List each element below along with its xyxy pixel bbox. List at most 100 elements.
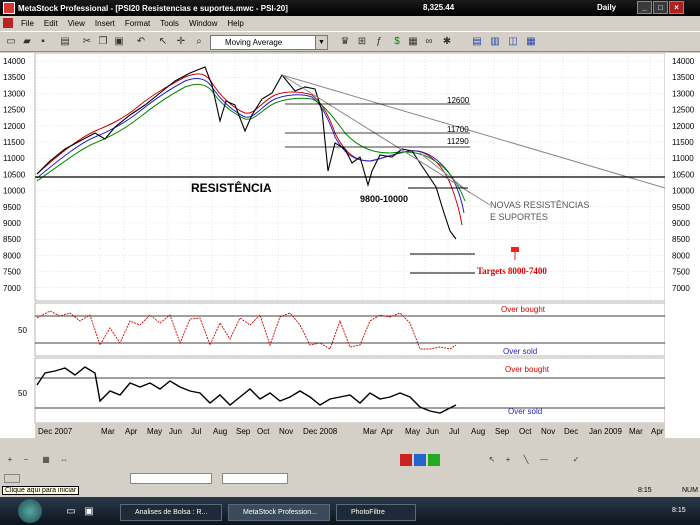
osc2-oversold-label: Over sold	[508, 407, 542, 416]
grid-tool-icon[interactable]: ▦	[40, 454, 52, 466]
title-bar: MetaStock Professional - [PSI20 Resisten…	[0, 0, 700, 16]
price-tick-label: 10500	[3, 170, 26, 179]
targets-label: Targets 8000-7400	[477, 266, 547, 276]
tile-vertical-icon[interactable]: ◫	[506, 35, 520, 49]
price-tick-label-right: 12000	[672, 122, 695, 131]
menu-view[interactable]: View	[63, 19, 90, 28]
oscillator2-panel[interactable]	[34, 357, 666, 424]
line-weight-select[interactable]	[222, 473, 288, 484]
binoculars-icon[interactable]: ∞	[422, 35, 436, 49]
date-tick-label: Jun	[169, 427, 182, 436]
novas-label: NOVAS RESISTÊNCIAS	[490, 200, 589, 210]
price-tick-label-right: 8000	[672, 251, 690, 260]
menu-tools[interactable]: Tools	[155, 19, 184, 28]
paste-icon[interactable]: ▣	[112, 35, 126, 49]
zoom-out-icon[interactable]: −	[20, 454, 32, 466]
menu-file[interactable]: File	[16, 19, 39, 28]
window-title: MetaStock Professional - [PSI20 Resisten…	[18, 3, 288, 13]
fibonacci-tool-icon[interactable]: ✓	[570, 454, 582, 466]
price-tick-label: 9000	[3, 219, 21, 228]
maximize-button[interactable]: □	[653, 1, 668, 14]
date-tick-label: Jul	[191, 427, 201, 436]
quick-launch-icon[interactable]: ▣	[82, 505, 96, 519]
document-icon	[3, 18, 13, 28]
price-tick-label: 7500	[3, 268, 21, 277]
crosshair-tool-icon[interactable]: +	[502, 454, 514, 466]
zoom-range-icon[interactable]: ⇔	[58, 454, 70, 466]
price-axis: 14000 13500 13000 12500 12000 11500 11000 10500…	[3, 57, 26, 293]
date-tick-label: Aug	[471, 427, 485, 436]
formula-icon[interactable]: ƒ	[372, 35, 386, 49]
cut-icon[interactable]: ✂	[80, 35, 94, 49]
drawing-toolbar: + − ▦ ⇔ ↖ + ╲ — ✓	[0, 440, 700, 484]
line-style-select[interactable]	[130, 473, 212, 484]
date-tick-label: Dec	[564, 427, 578, 436]
date-tick-label: Jun	[426, 427, 439, 436]
tile-horizontal-icon[interactable]: ▥	[488, 35, 502, 49]
osc1-axis-label: 50	[18, 326, 27, 335]
period-label: Daily	[597, 3, 617, 12]
expert-icon[interactable]: ♛	[338, 35, 352, 49]
alert-marker-icon[interactable]	[511, 247, 519, 252]
minimize-button[interactable]: _	[637, 1, 652, 14]
show-desktop-icon[interactable]: ▭	[64, 505, 78, 519]
suportes-label: E SUPORTES	[490, 212, 548, 222]
tile-icon[interactable]: ▤	[470, 35, 484, 49]
taskbar: ▭ ▣ Analises de Bolsa : R... MetaStock P…	[0, 497, 700, 525]
date-tick-label: May	[405, 427, 420, 436]
new-icon[interactable]: ▭	[4, 35, 18, 49]
price-tick-label-right: 10500	[672, 170, 695, 179]
pointer-tool-icon[interactable]: ↖	[486, 454, 498, 466]
price-tick-label-right: 8500	[672, 235, 690, 244]
line-tool-icon[interactable]: ╲	[520, 454, 532, 466]
cursor-icon[interactable]: ↖	[156, 35, 170, 49]
zoom-in-icon[interactable]: +	[4, 454, 16, 466]
color-green-swatch[interactable]	[428, 454, 440, 466]
date-tick-label: Jan 2009	[589, 427, 622, 436]
text-tool-icon[interactable]	[4, 474, 20, 483]
copy-icon[interactable]: ❐	[96, 35, 110, 49]
price-tick-label: 11500	[3, 138, 25, 147]
chart-window[interactable]: 14000 13500 13000 12500 12000 11500 11000 10500…	[0, 52, 700, 438]
menu-window[interactable]: Window	[184, 19, 222, 28]
color-blue-swatch[interactable]	[414, 454, 426, 466]
status-bar: Clique aqui para iniciar 8:15 NUM	[0, 485, 700, 497]
chevron-down-icon[interactable]: ▼	[315, 36, 327, 49]
hline-tool-icon[interactable]: —	[538, 454, 550, 466]
date-tick-label: Apr	[381, 427, 394, 436]
chart-svg[interactable]: 14000 13500 13000 12500 12000 11500 11000 10500…	[0, 52, 700, 438]
osc2-axis-label: 50	[18, 389, 27, 398]
price-tick-label: 9500	[3, 203, 21, 212]
oscillator1-panel[interactable]	[34, 302, 666, 357]
price-tick-label: 13500	[3, 73, 26, 82]
indicator-select[interactable]: Moving Average ▼	[210, 35, 328, 50]
menu-edit[interactable]: Edit	[39, 19, 63, 28]
task-photofiltre[interactable]: PhotoFiltre	[336, 504, 416, 521]
task-metastock[interactable]: MetaStock Profession...	[228, 504, 330, 521]
print-icon[interactable]: ▤	[58, 35, 72, 49]
open-icon[interactable]: ▰	[20, 35, 34, 49]
grid-icon[interactable]: ▦	[406, 35, 420, 49]
undo-icon[interactable]: ↶	[134, 35, 148, 49]
cascade-icon[interactable]: ▦	[524, 35, 538, 49]
status-num: NUM	[682, 487, 698, 494]
price-tick-label: 7000	[3, 284, 21, 293]
save-icon[interactable]: ▪	[36, 35, 50, 49]
date-tick-label: Nov	[541, 427, 555, 436]
price-tick-label-right: 11500	[672, 138, 694, 147]
close-button[interactable]: ×	[669, 1, 684, 14]
system-tester-icon[interactable]: ✱	[440, 35, 454, 49]
crosshair-icon[interactable]: ✛	[174, 35, 188, 49]
menu-format[interactable]: Format	[120, 19, 155, 28]
start-button[interactable]	[18, 499, 42, 523]
price-tick-label: 12500	[3, 106, 26, 115]
menu-help[interactable]: Help	[222, 19, 248, 28]
explorer-icon[interactable]: ⊞	[355, 35, 369, 49]
task-analises[interactable]: Analises de Bolsa : R...	[120, 504, 222, 521]
date-tick-label: Mar	[363, 427, 377, 436]
dollar-icon[interactable]: $	[390, 35, 404, 49]
color-red-swatch[interactable]	[400, 454, 412, 466]
price-tick-label-right: 7500	[672, 268, 690, 277]
zoom-icon[interactable]: ⌕	[192, 35, 206, 49]
menu-insert[interactable]: Insert	[90, 19, 120, 28]
